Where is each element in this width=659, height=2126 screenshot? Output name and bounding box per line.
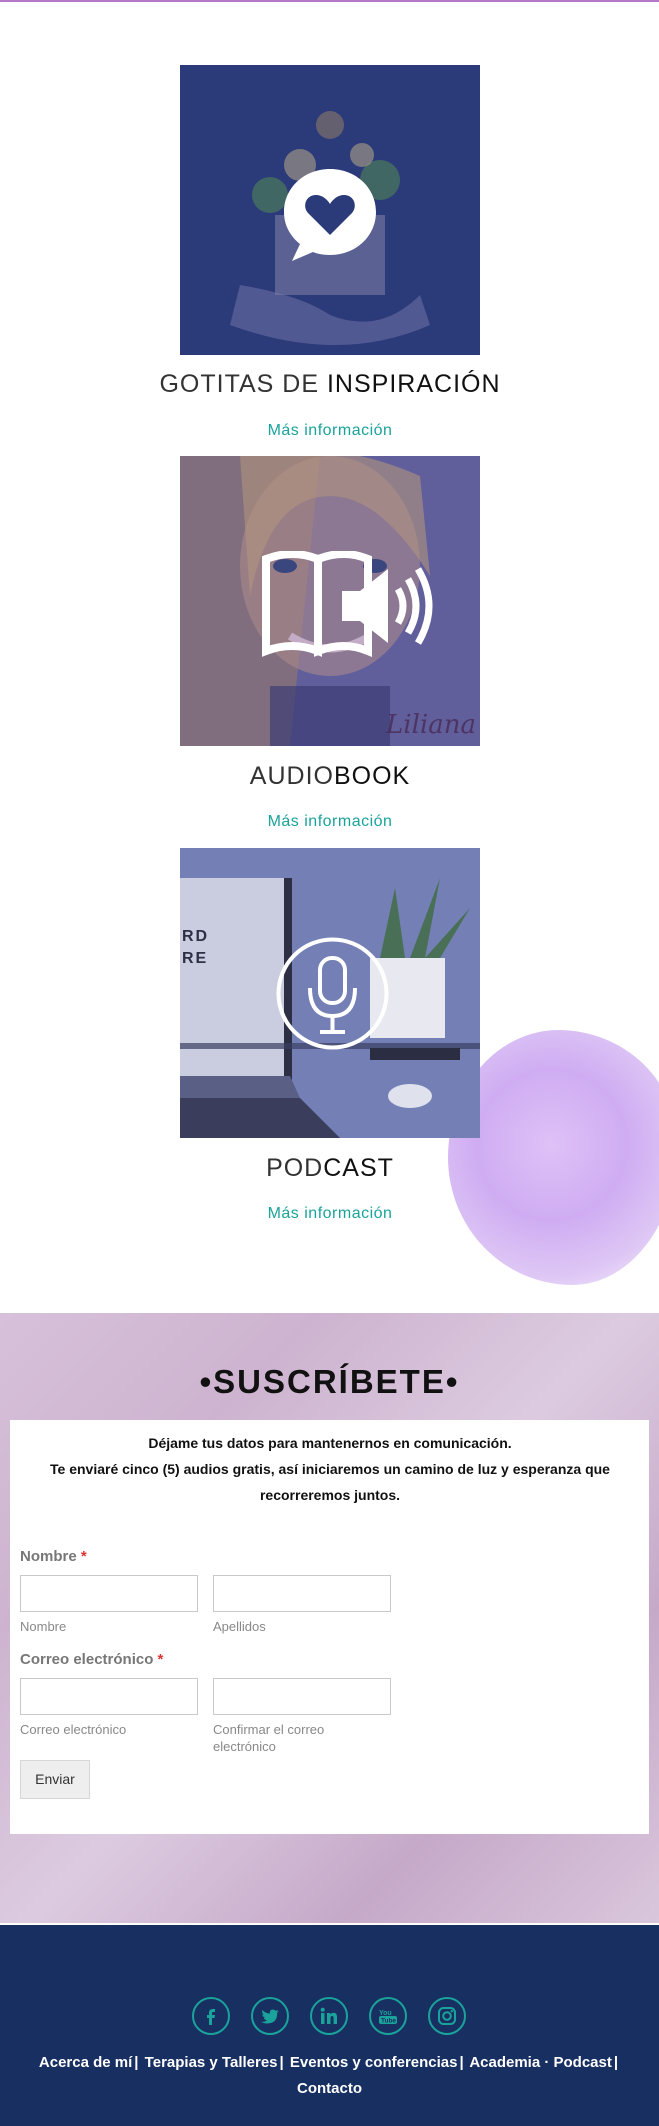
nav-separator: | (613, 2054, 619, 2071)
microphone-icon (276, 937, 389, 1050)
more-info-link[interactable]: Más información (100, 1205, 560, 1223)
card-image-podcast[interactable]: RD RE (180, 848, 480, 1138)
card-title: PODCAST (266, 1154, 394, 1182)
top-divider (0, 0, 659, 2)
instagram-icon[interactable] (428, 1997, 466, 2035)
nav-events[interactable]: Eventos y conferencias (290, 2054, 458, 2071)
svg-text:Tube: Tube (381, 2018, 396, 2025)
first-name-input[interactable] (20, 1575, 198, 1612)
more-info-link[interactable]: Más información (100, 813, 560, 831)
facebook-icon[interactable] (192, 1997, 230, 2035)
nav-about[interactable]: Acerca de mí (39, 2054, 132, 2071)
nav-academy[interactable]: Academia · Podcast (469, 2054, 612, 2071)
laptop-screen-text: RD RE (182, 928, 210, 967)
audiobook-icon (262, 551, 433, 657)
card-image-gotitas[interactable] (180, 65, 480, 355)
form-intro: Déjame tus datos para mantenernos en com… (30, 1430, 630, 1508)
heart-speech-bubble-icon (284, 169, 376, 261)
twitter-icon[interactable] (251, 1997, 289, 2035)
youtube-icon[interactable]: You Tube (369, 1997, 407, 2035)
signature: Liliana (386, 710, 476, 740)
subscribe-form: Déjame tus datos para mantenernos en com… (10, 1420, 649, 1834)
footer-nav: Acerca de mí | Terapias y Talleres | Event… (0, 2050, 659, 2102)
intro-line-1: Déjame tus datos para mantenernos en com… (148, 1435, 512, 1451)
footer: You Tube Acerca de mí | Terapias y Tallere… (0, 1925, 659, 2126)
subscribe-section: •SUSCRÍBETE• Déjame tus datos para mante… (0, 1313, 659, 1923)
subscribe-title: •SUSCRÍBETE• (199, 1363, 460, 1400)
more-info-link[interactable]: Más información (100, 422, 560, 440)
card-title: GOTITAS DE INSPIRACIÓN (159, 370, 501, 398)
nav-contact[interactable]: Contacto (297, 2080, 362, 2097)
nav-separator: | (279, 2054, 284, 2071)
card-title: AUDIOBOOK (249, 762, 411, 790)
email-input[interactable] (20, 1678, 198, 1715)
svg-text:You: You (379, 2010, 392, 2017)
last-name-sublabel: Apellidos (213, 1619, 266, 1634)
card-image-audiobook[interactable]: Liliana (180, 456, 480, 746)
nav-separator: | (459, 2054, 464, 2071)
linkedin-icon[interactable] (310, 1997, 348, 2035)
first-name-sublabel: Nombre (20, 1619, 67, 1634)
name-label: Nombre * (20, 1548, 87, 1565)
email-sublabel: Correo electrónico (20, 1722, 127, 1737)
submit-button[interactable]: Enviar (20, 1760, 90, 1799)
nav-separator: | (134, 2054, 139, 2071)
last-name-input[interactable] (213, 1575, 391, 1612)
email-confirm-input[interactable] (213, 1678, 391, 1715)
nav-therapies[interactable]: Terapias y Talleres (145, 2054, 278, 2071)
email-confirm-sublabel: Confirmar el correo electrónico (213, 1722, 325, 1754)
email-label: Correo electrónico * (20, 1651, 164, 1668)
intro-line-2: Te enviaré cinco (5) audios gratis, así … (50, 1461, 610, 1503)
